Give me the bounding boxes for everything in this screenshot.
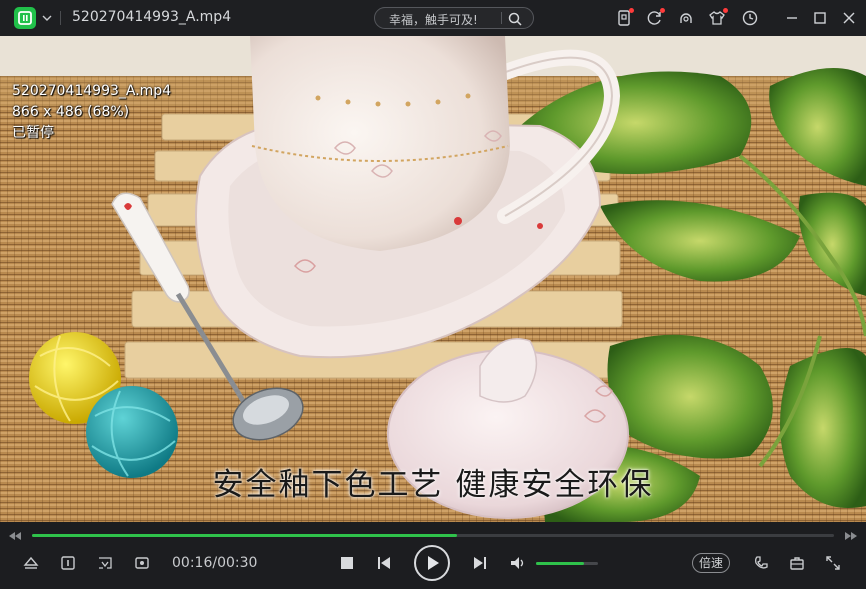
record-icon[interactable]	[133, 554, 151, 572]
search-bar[interactable]: 幸福，触手可及!	[374, 7, 534, 29]
title-divider	[60, 11, 61, 25]
notification-dot	[660, 8, 665, 13]
previous-icon[interactable]	[375, 554, 393, 572]
screenshot-icon[interactable]	[96, 554, 114, 572]
notification-dot	[723, 8, 728, 13]
chevron-down-icon[interactable]	[42, 13, 52, 23]
search-icon[interactable]	[507, 11, 523, 27]
fullscreen-icon[interactable]	[824, 554, 842, 572]
osd-file-name: 520270414993_A.mp4	[12, 83, 172, 99]
notification-dot	[629, 8, 634, 13]
play-icon	[428, 556, 439, 570]
cast-icon[interactable]	[752, 554, 770, 572]
window-title: 520270414993_A.mp4	[72, 9, 232, 25]
play-button[interactable]	[414, 545, 450, 581]
maximize-icon[interactable]	[811, 9, 829, 27]
rewind-icon[interactable]	[8, 531, 22, 541]
control-bar: 00:16/00:30 倍速	[0, 522, 866, 589]
eject-icon[interactable]	[22, 554, 40, 572]
video-frame[interactable]: 520270414993_A.mp4 866 x 486 (68%) 已暂停 安…	[0, 36, 866, 522]
volume-level	[536, 562, 585, 565]
clock-icon[interactable]	[741, 9, 759, 27]
volume-slider[interactable]	[536, 562, 598, 565]
seek-progress	[32, 534, 458, 537]
minimize-icon[interactable]	[783, 9, 801, 27]
seek-bar[interactable]	[32, 534, 834, 537]
next-icon[interactable]	[471, 554, 489, 572]
speed-button[interactable]: 倍速	[692, 553, 730, 573]
osd-resolution: 866 x 486 (68%)	[12, 104, 130, 120]
search-input[interactable]: 幸福，触手可及!	[389, 11, 478, 28]
toolbox-icon[interactable]	[788, 554, 806, 572]
volume-icon[interactable]	[509, 554, 527, 572]
app-logo-icon[interactable]	[14, 7, 36, 29]
stop-icon[interactable]	[338, 554, 356, 572]
osd-status: 已暂停	[12, 125, 54, 141]
subtitle-icon[interactable]	[59, 554, 77, 572]
cloud-icon[interactable]	[677, 9, 695, 27]
close-icon[interactable]	[840, 9, 858, 27]
playback-time: 00:16/00:30	[172, 555, 258, 571]
title-bar: 520270414993_A.mp4 幸福，触手可及!	[0, 0, 866, 36]
fast-forward-icon[interactable]	[844, 531, 858, 541]
video-subtitle: 安全釉下色工艺 健康安全环保	[212, 467, 654, 503]
video-info-overlay: 520270414993_A.mp4 866 x 486 (68%) 已暂停	[12, 81, 171, 144]
search-divider	[501, 12, 502, 24]
